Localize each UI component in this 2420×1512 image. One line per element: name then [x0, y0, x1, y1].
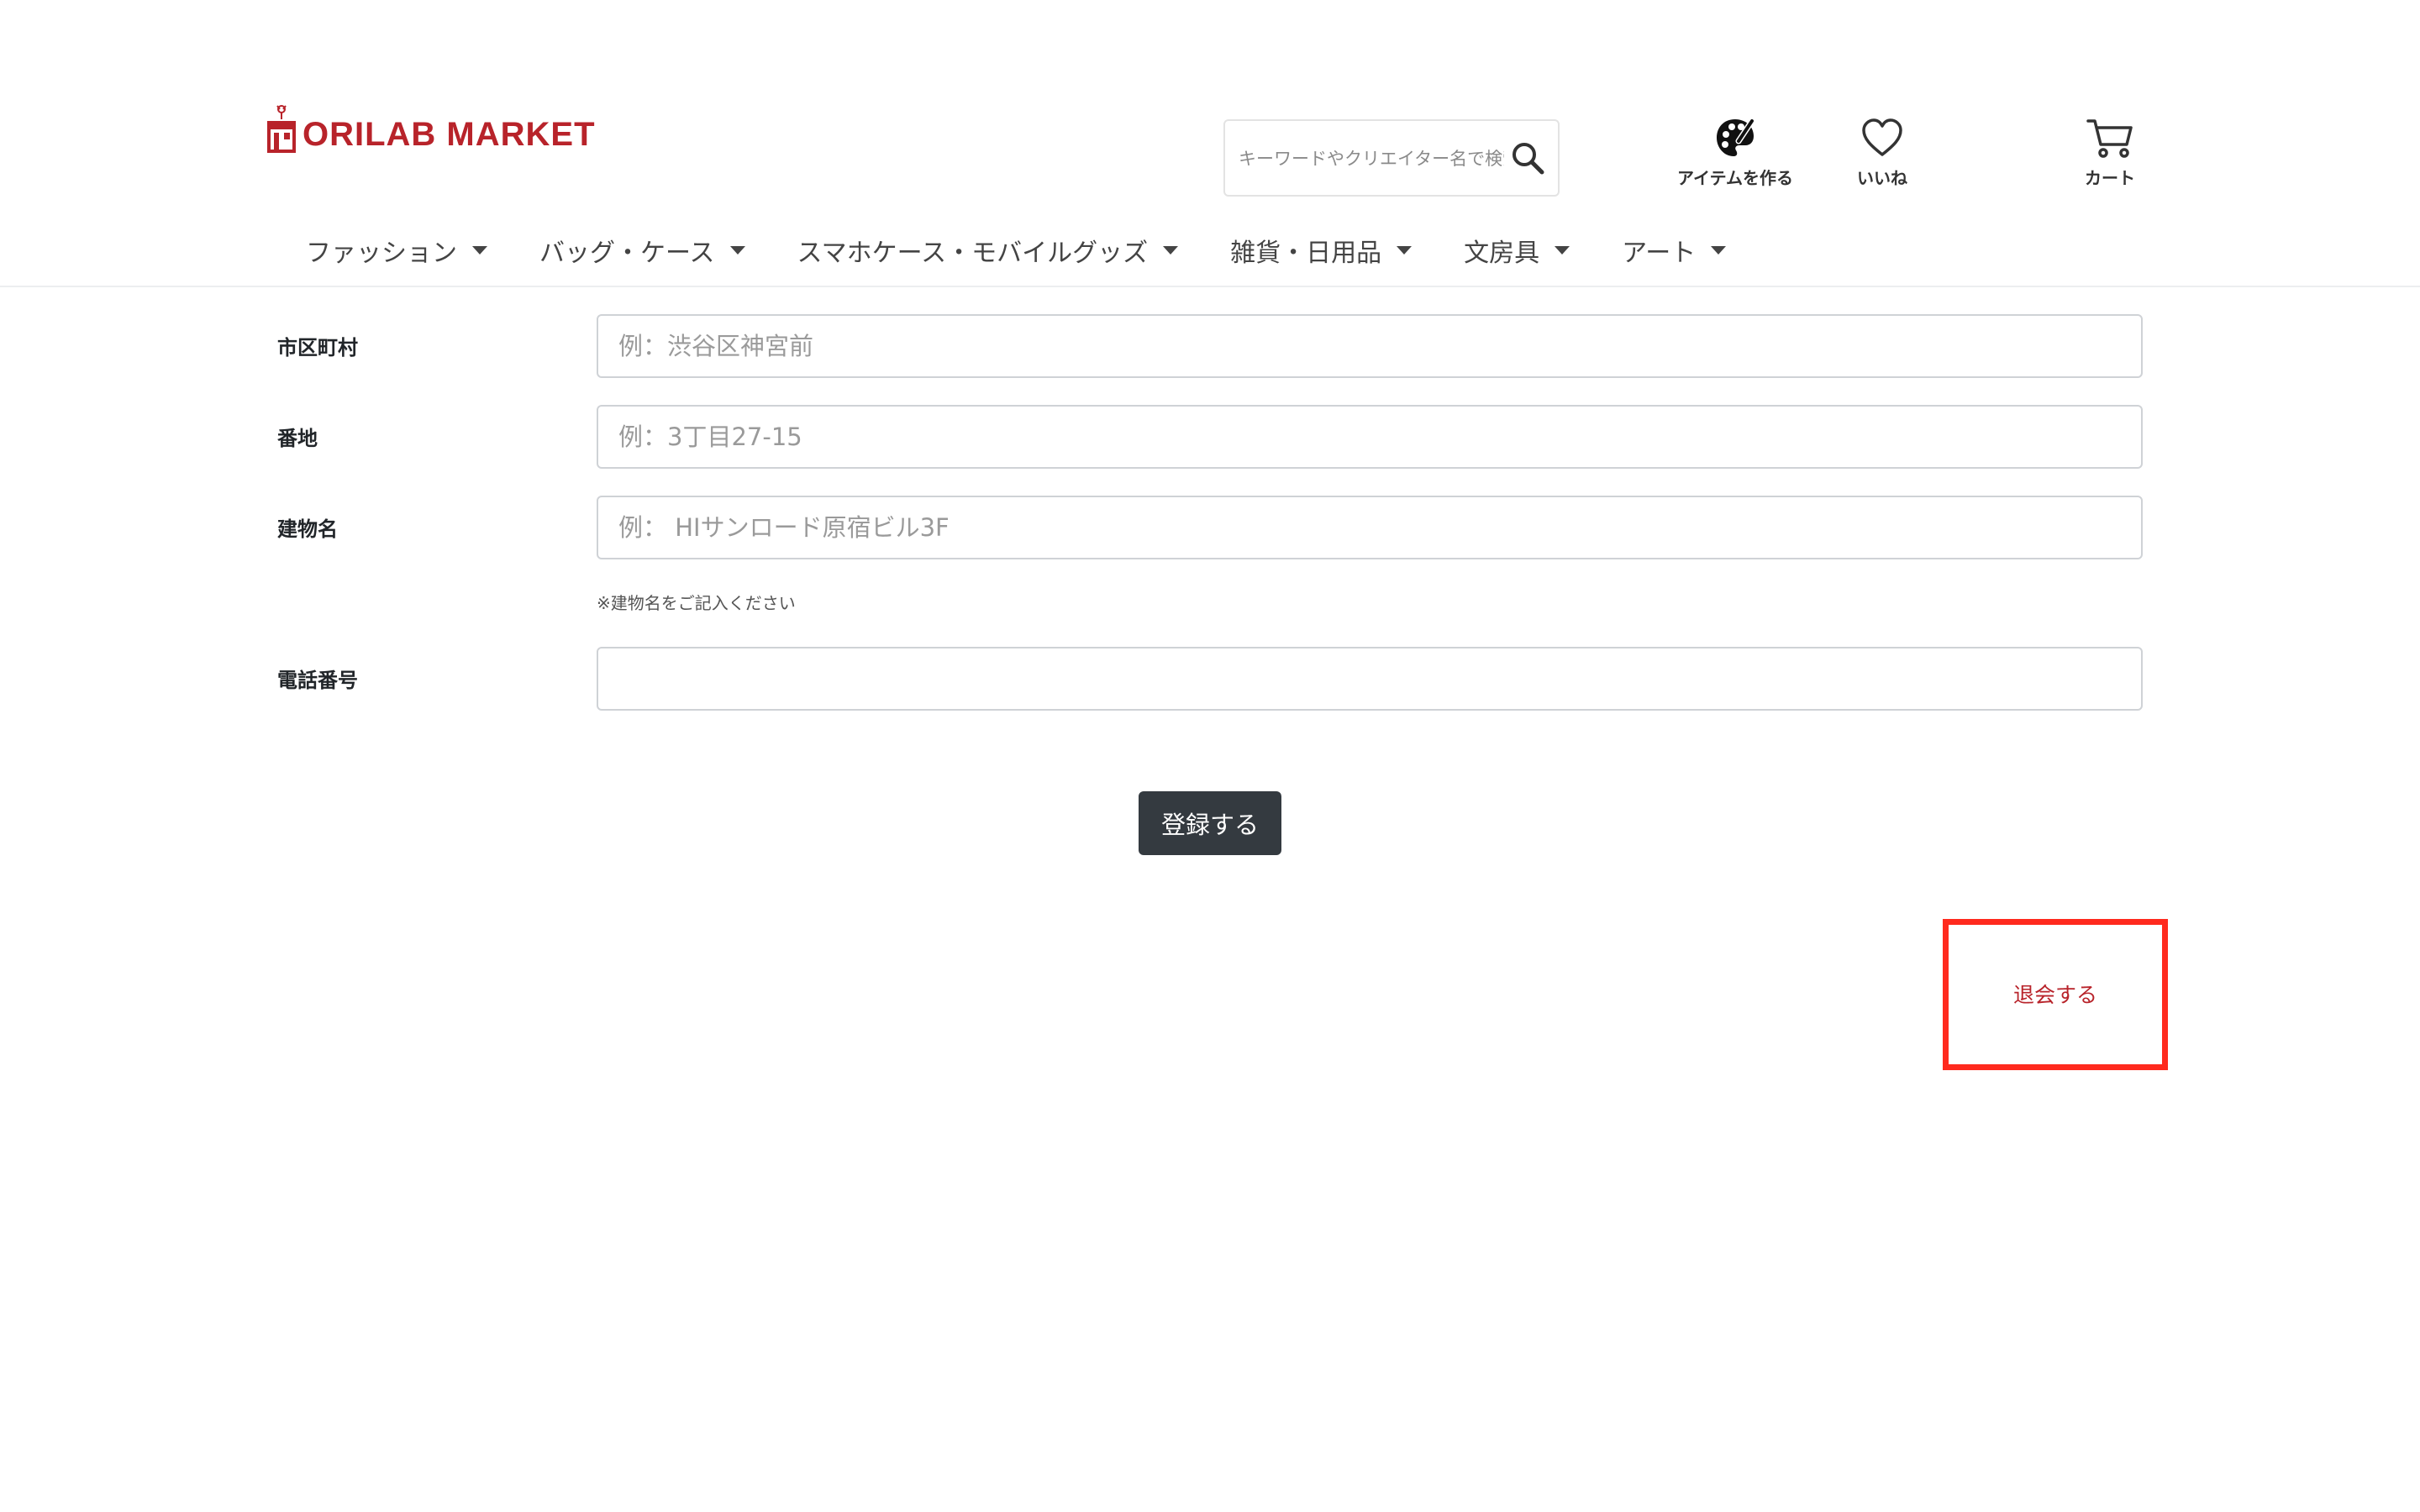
register-button[interactable]: 登録する [1139, 791, 1281, 855]
caret-down-icon [1163, 246, 1179, 255]
nav-item-bags[interactable]: バッグ・ケース [539, 232, 745, 269]
nav-item-goods[interactable]: 雑貨・日用品 [1230, 232, 1413, 269]
withdraw-link[interactable]: 退会する [1949, 979, 2162, 1009]
cart-button[interactable]: カート [2085, 116, 2135, 189]
palette-icon [1717, 118, 1755, 156]
city-input[interactable] [597, 314, 2143, 378]
building-hint: ※建物名をご記入ください [597, 593, 796, 613]
nav-item-phone-cases[interactable]: スマホケース・モバイルグッズ [797, 232, 1179, 269]
site-header: ORILAB MARKET アイテムを作る いいね [0, 0, 2420, 287]
category-nav: ファッション バッグ・ケース スマホケース・モバイルグッズ 雑貨・日用品 文房具… [306, 227, 1778, 274]
caret-down-icon [1555, 246, 1570, 255]
nav-item-stationery[interactable]: 文房具 [1464, 232, 1570, 269]
favorites-button[interactable]: いいね [1857, 116, 1907, 189]
city-label: 市区町村 [277, 336, 358, 360]
nav-item-art[interactable]: アート [1622, 232, 1727, 269]
nav-item-label: バッグ・ケース [539, 239, 715, 268]
nav-item-label: ファッション [306, 239, 457, 268]
search-box [1223, 119, 1560, 197]
heart-icon [1862, 118, 1902, 156]
nav-item-label: スマホケース・モバイルグッズ [797, 239, 1149, 268]
phone-input[interactable] [597, 647, 2143, 711]
building-label: 建物名 [277, 517, 338, 541]
favorites-label: いいね [1857, 168, 1907, 188]
cart-label: カート [2085, 168, 2135, 188]
withdraw-highlight: 退会する [1943, 919, 2168, 1070]
search-icon [1512, 143, 1544, 175]
search-button[interactable] [1509, 139, 1546, 176]
nav-item-fashion[interactable]: ファッション [306, 232, 487, 269]
street-input[interactable] [597, 405, 2143, 469]
cart-icon [2086, 119, 2133, 158]
building-input[interactable] [597, 496, 2143, 559]
nav-item-label: アート [1622, 239, 1697, 268]
create-item-label: アイテムを作る [1677, 168, 1793, 188]
caret-down-icon [1397, 246, 1413, 255]
caret-down-icon [472, 246, 487, 255]
street-label: 番地 [277, 427, 318, 450]
phone-label: 電話番号 [277, 669, 358, 692]
search-input[interactable] [1237, 121, 1506, 197]
logo-text: ORILAB MARKET [302, 116, 596, 153]
nav-item-label: 雑貨・日用品 [1230, 239, 1382, 268]
shop-icon [267, 105, 296, 153]
caret-down-icon [729, 246, 745, 255]
nav-item-label: 文房具 [1464, 239, 1540, 268]
create-item-button[interactable]: アイテムを作る [1677, 116, 1793, 189]
site-logo[interactable]: ORILAB MARKET [264, 104, 596, 155]
caret-down-icon [1711, 246, 1727, 255]
